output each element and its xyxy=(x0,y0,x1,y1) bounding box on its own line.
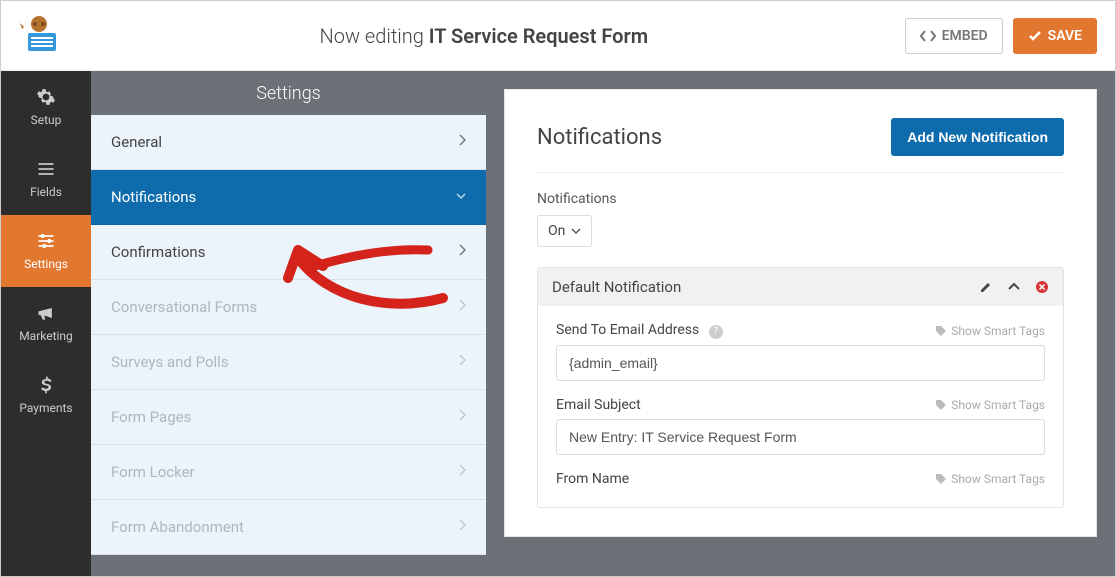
settings-panel-confirmations[interactable]: Confirmations xyxy=(91,225,486,280)
chevron-down-icon xyxy=(571,226,581,236)
list-icon xyxy=(36,159,56,179)
send-to-label-text: Send To Email Address xyxy=(556,322,699,338)
nav-marketing[interactable]: Marketing xyxy=(1,287,91,359)
add-notification-button[interactable]: Add New Notification xyxy=(891,118,1064,156)
settings-panel-form-locker[interactable]: Form Locker xyxy=(91,445,486,500)
subject-input[interactable] xyxy=(556,419,1045,455)
settings-panel-label: General xyxy=(111,133,162,151)
chevron-right-icon xyxy=(458,244,466,260)
embed-button[interactable]: EMBED xyxy=(905,18,1003,54)
send-to-input[interactable] xyxy=(556,345,1045,381)
show-smart-tags-fromname[interactable]: Show Smart Tags xyxy=(935,472,1045,486)
settings-panel-surveys-and-polls[interactable]: Surveys and Polls xyxy=(91,335,486,390)
tag-icon xyxy=(935,473,947,485)
smart-tags-label: Show Smart Tags xyxy=(951,398,1045,412)
nav-settings-label: Settings xyxy=(24,257,68,271)
check-icon xyxy=(1028,29,1042,43)
nav-marketing-label: Marketing xyxy=(19,329,73,343)
tag-icon xyxy=(935,399,947,411)
form-name: IT Service Request Form xyxy=(429,24,648,48)
settings-panel-general[interactable]: General xyxy=(91,115,486,170)
settings-panel-label: Form Pages xyxy=(111,408,191,426)
settings-panel-label: Confirmations xyxy=(111,243,205,261)
notification-title: Default Notification xyxy=(552,278,681,296)
chevron-right-icon xyxy=(458,354,466,370)
embed-button-label: EMBED xyxy=(942,28,988,44)
notifications-toggle[interactable]: On xyxy=(537,215,592,247)
nav-fields[interactable]: Fields xyxy=(1,143,91,215)
settings-panel-label: Form Locker xyxy=(111,463,195,481)
delete-icon[interactable] xyxy=(1035,280,1049,294)
save-button[interactable]: SAVE xyxy=(1013,18,1097,54)
send-to-label: Send To Email Address ? xyxy=(556,322,723,339)
show-smart-tags-sendto[interactable]: Show Smart Tags xyxy=(935,324,1045,338)
content-title: Notifications xyxy=(537,125,662,150)
gear-icon xyxy=(36,87,56,107)
smart-tags-label: Show Smart Tags xyxy=(951,324,1045,338)
settings-panel-label: Surveys and Polls xyxy=(111,353,229,371)
nav-settings[interactable]: Settings xyxy=(1,215,91,287)
subject-label: Email Subject xyxy=(556,397,641,413)
from-name-label: From Name xyxy=(556,471,629,487)
help-icon[interactable]: ? xyxy=(709,325,723,339)
smart-tags-label: Show Smart Tags xyxy=(951,472,1045,486)
save-button-label: SAVE xyxy=(1048,28,1082,44)
notifications-toggle-value: On xyxy=(548,223,565,239)
nav-setup[interactable]: Setup xyxy=(1,71,91,143)
code-icon xyxy=(920,28,936,44)
settings-panel-label: Form Abandonment xyxy=(111,518,244,536)
chevron-right-icon xyxy=(458,134,466,150)
settings-panel-form-abandonment[interactable]: Form Abandonment xyxy=(91,500,486,555)
nav-fields-label: Fields xyxy=(30,185,62,199)
left-nav: Setup Fields Settings Marketing Payments xyxy=(1,71,91,576)
notifications-toggle-label: Notifications xyxy=(537,191,1064,207)
nav-setup-label: Setup xyxy=(31,113,62,127)
sliders-icon xyxy=(36,231,56,251)
collapse-icon[interactable] xyxy=(1007,280,1021,294)
bullhorn-icon xyxy=(36,303,56,323)
chevron-down-icon xyxy=(456,189,466,205)
settings-panel-label: Notifications xyxy=(111,188,196,206)
now-editing-label: Now editing xyxy=(320,24,424,48)
settings-panel-notifications[interactable]: Notifications xyxy=(91,170,486,225)
page-title: Now editing IT Service Request Form xyxy=(63,24,905,48)
show-smart-tags-subject[interactable]: Show Smart Tags xyxy=(935,398,1045,412)
nav-payments-label: Payments xyxy=(19,401,72,415)
chevron-right-icon xyxy=(458,299,466,315)
settings-panel-conversational-forms[interactable]: Conversational Forms xyxy=(91,280,486,335)
settings-header: Settings xyxy=(91,71,486,115)
chevron-right-icon xyxy=(458,409,466,425)
chevron-right-icon xyxy=(458,519,466,535)
chevron-right-icon xyxy=(458,464,466,480)
settings-panel-label: Conversational Forms xyxy=(111,298,257,316)
wpforms-logo xyxy=(15,12,63,60)
nav-payments[interactable]: Payments xyxy=(1,359,91,431)
dollar-icon xyxy=(36,375,56,395)
settings-panel-form-pages[interactable]: Form Pages xyxy=(91,390,486,445)
tag-icon xyxy=(935,325,947,337)
edit-icon[interactable] xyxy=(979,280,993,294)
